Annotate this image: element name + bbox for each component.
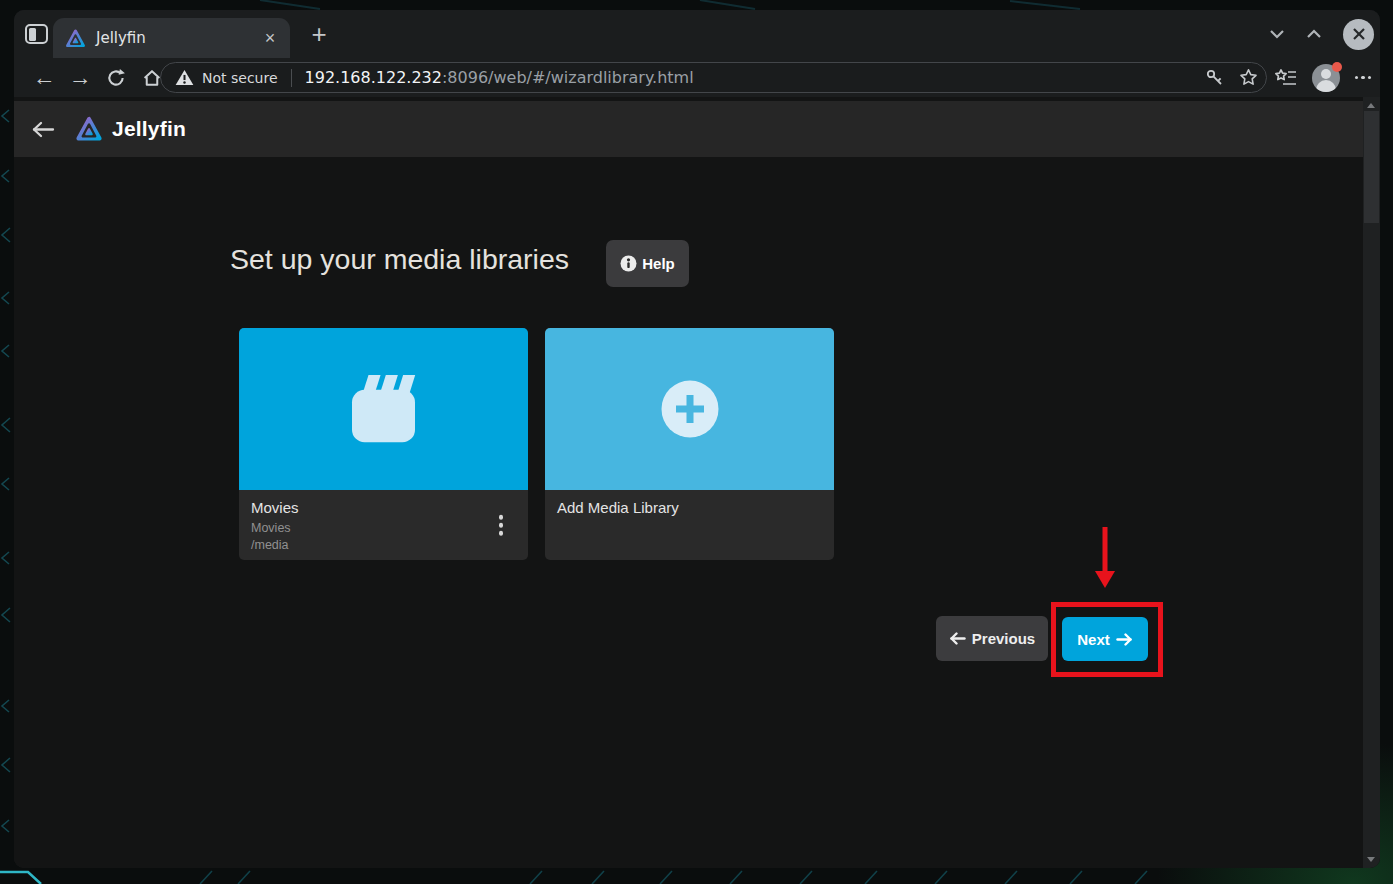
library-card-movies[interactable]: Movies Movies /media bbox=[239, 328, 528, 560]
back-nav-icon[interactable]: ← bbox=[26, 62, 62, 94]
avatar[interactable] bbox=[1312, 64, 1340, 92]
url-path: :8096/web/#/wizardlibrary.html bbox=[442, 68, 694, 87]
address-bar[interactable]: Not secure 192.168.122.232:8096/web/#/wi… bbox=[160, 62, 1267, 93]
password-key-icon[interactable] bbox=[1205, 68, 1224, 87]
reload-icon[interactable] bbox=[98, 62, 134, 94]
scrollbar-down-arrow[interactable] bbox=[1367, 857, 1375, 862]
tab-actions-icon[interactable] bbox=[25, 24, 48, 44]
arrow-left-icon bbox=[949, 632, 966, 645]
browser-window: Jellyfin × + ← → bbox=[14, 10, 1380, 868]
jellyfin-logo bbox=[75, 115, 103, 143]
bookmark-star-icon[interactable] bbox=[1239, 68, 1258, 87]
avatar-notification-dot bbox=[1332, 62, 1342, 72]
chevron-up-icon[interactable] bbox=[1306, 29, 1322, 39]
add-circle-icon bbox=[653, 372, 727, 446]
card-title: Add Media Library bbox=[557, 499, 822, 516]
window-close-button[interactable] bbox=[1343, 19, 1374, 50]
help-label: Help bbox=[642, 255, 675, 272]
kebab-menu-icon[interactable] bbox=[495, 511, 508, 540]
add-library-card[interactable]: Add Media Library bbox=[545, 328, 834, 560]
info-icon bbox=[620, 255, 637, 272]
card-path: /media bbox=[251, 538, 516, 552]
toolbar-right bbox=[1275, 58, 1372, 97]
browser-toolbar: ← → Not secure 192.168.122.232:8096/web/… bbox=[14, 58, 1380, 97]
new-tab-button[interactable]: + bbox=[305, 20, 333, 48]
close-icon bbox=[1344, 19, 1374, 49]
card-title: Movies bbox=[251, 499, 516, 516]
scrollbar-up-arrow[interactable] bbox=[1367, 103, 1375, 108]
add-card-footer: Add Media Library bbox=[545, 490, 834, 560]
security-label: Not secure bbox=[202, 70, 278, 86]
card-subtitle: Movies bbox=[251, 521, 516, 535]
page-heading: Set up your media libraries bbox=[230, 243, 569, 276]
tab-actions-fill bbox=[29, 28, 36, 41]
brand-name: Jellyfin bbox=[112, 117, 186, 141]
page-viewport: Jellyfin Set up your media libraries Hel… bbox=[14, 97, 1380, 868]
arrow-left-icon bbox=[31, 121, 55, 138]
browser-menu-icon[interactable] bbox=[1355, 76, 1372, 80]
window-controls bbox=[1269, 10, 1374, 58]
app-header: Jellyfin bbox=[14, 101, 1363, 157]
browser-tab[interactable]: Jellyfin × bbox=[53, 18, 290, 58]
forward-nav-icon[interactable]: → bbox=[62, 62, 98, 94]
previous-button[interactable]: Previous bbox=[936, 616, 1048, 661]
jellyfin-favicon bbox=[65, 28, 86, 49]
movies-card-image bbox=[239, 328, 528, 490]
url-host: 192.168.122.232 bbox=[305, 68, 442, 87]
help-button[interactable]: Help bbox=[606, 240, 689, 287]
annotation-rectangle bbox=[1051, 602, 1163, 677]
address-bar-actions bbox=[1205, 68, 1258, 87]
tab-title: Jellyfin bbox=[96, 29, 260, 47]
tab-strip: Jellyfin × + bbox=[14, 10, 1380, 58]
scrollbar[interactable] bbox=[1363, 97, 1380, 868]
scrollbar-thumb[interactable] bbox=[1364, 111, 1379, 223]
chevron-down-icon[interactable] bbox=[1269, 29, 1285, 39]
tab-close-icon[interactable]: × bbox=[260, 28, 280, 48]
movie-icon bbox=[331, 352, 436, 457]
previous-label: Previous bbox=[972, 630, 1035, 647]
favorites-list-icon[interactable] bbox=[1275, 68, 1297, 88]
annotation-arrow bbox=[1090, 525, 1120, 591]
url-separator bbox=[291, 69, 292, 87]
warning-icon bbox=[175, 69, 194, 86]
movies-card-footer: Movies Movies /media bbox=[239, 490, 528, 560]
back-button[interactable] bbox=[30, 116, 56, 142]
add-card-image bbox=[545, 328, 834, 490]
nav-buttons: ← → bbox=[26, 58, 170, 97]
